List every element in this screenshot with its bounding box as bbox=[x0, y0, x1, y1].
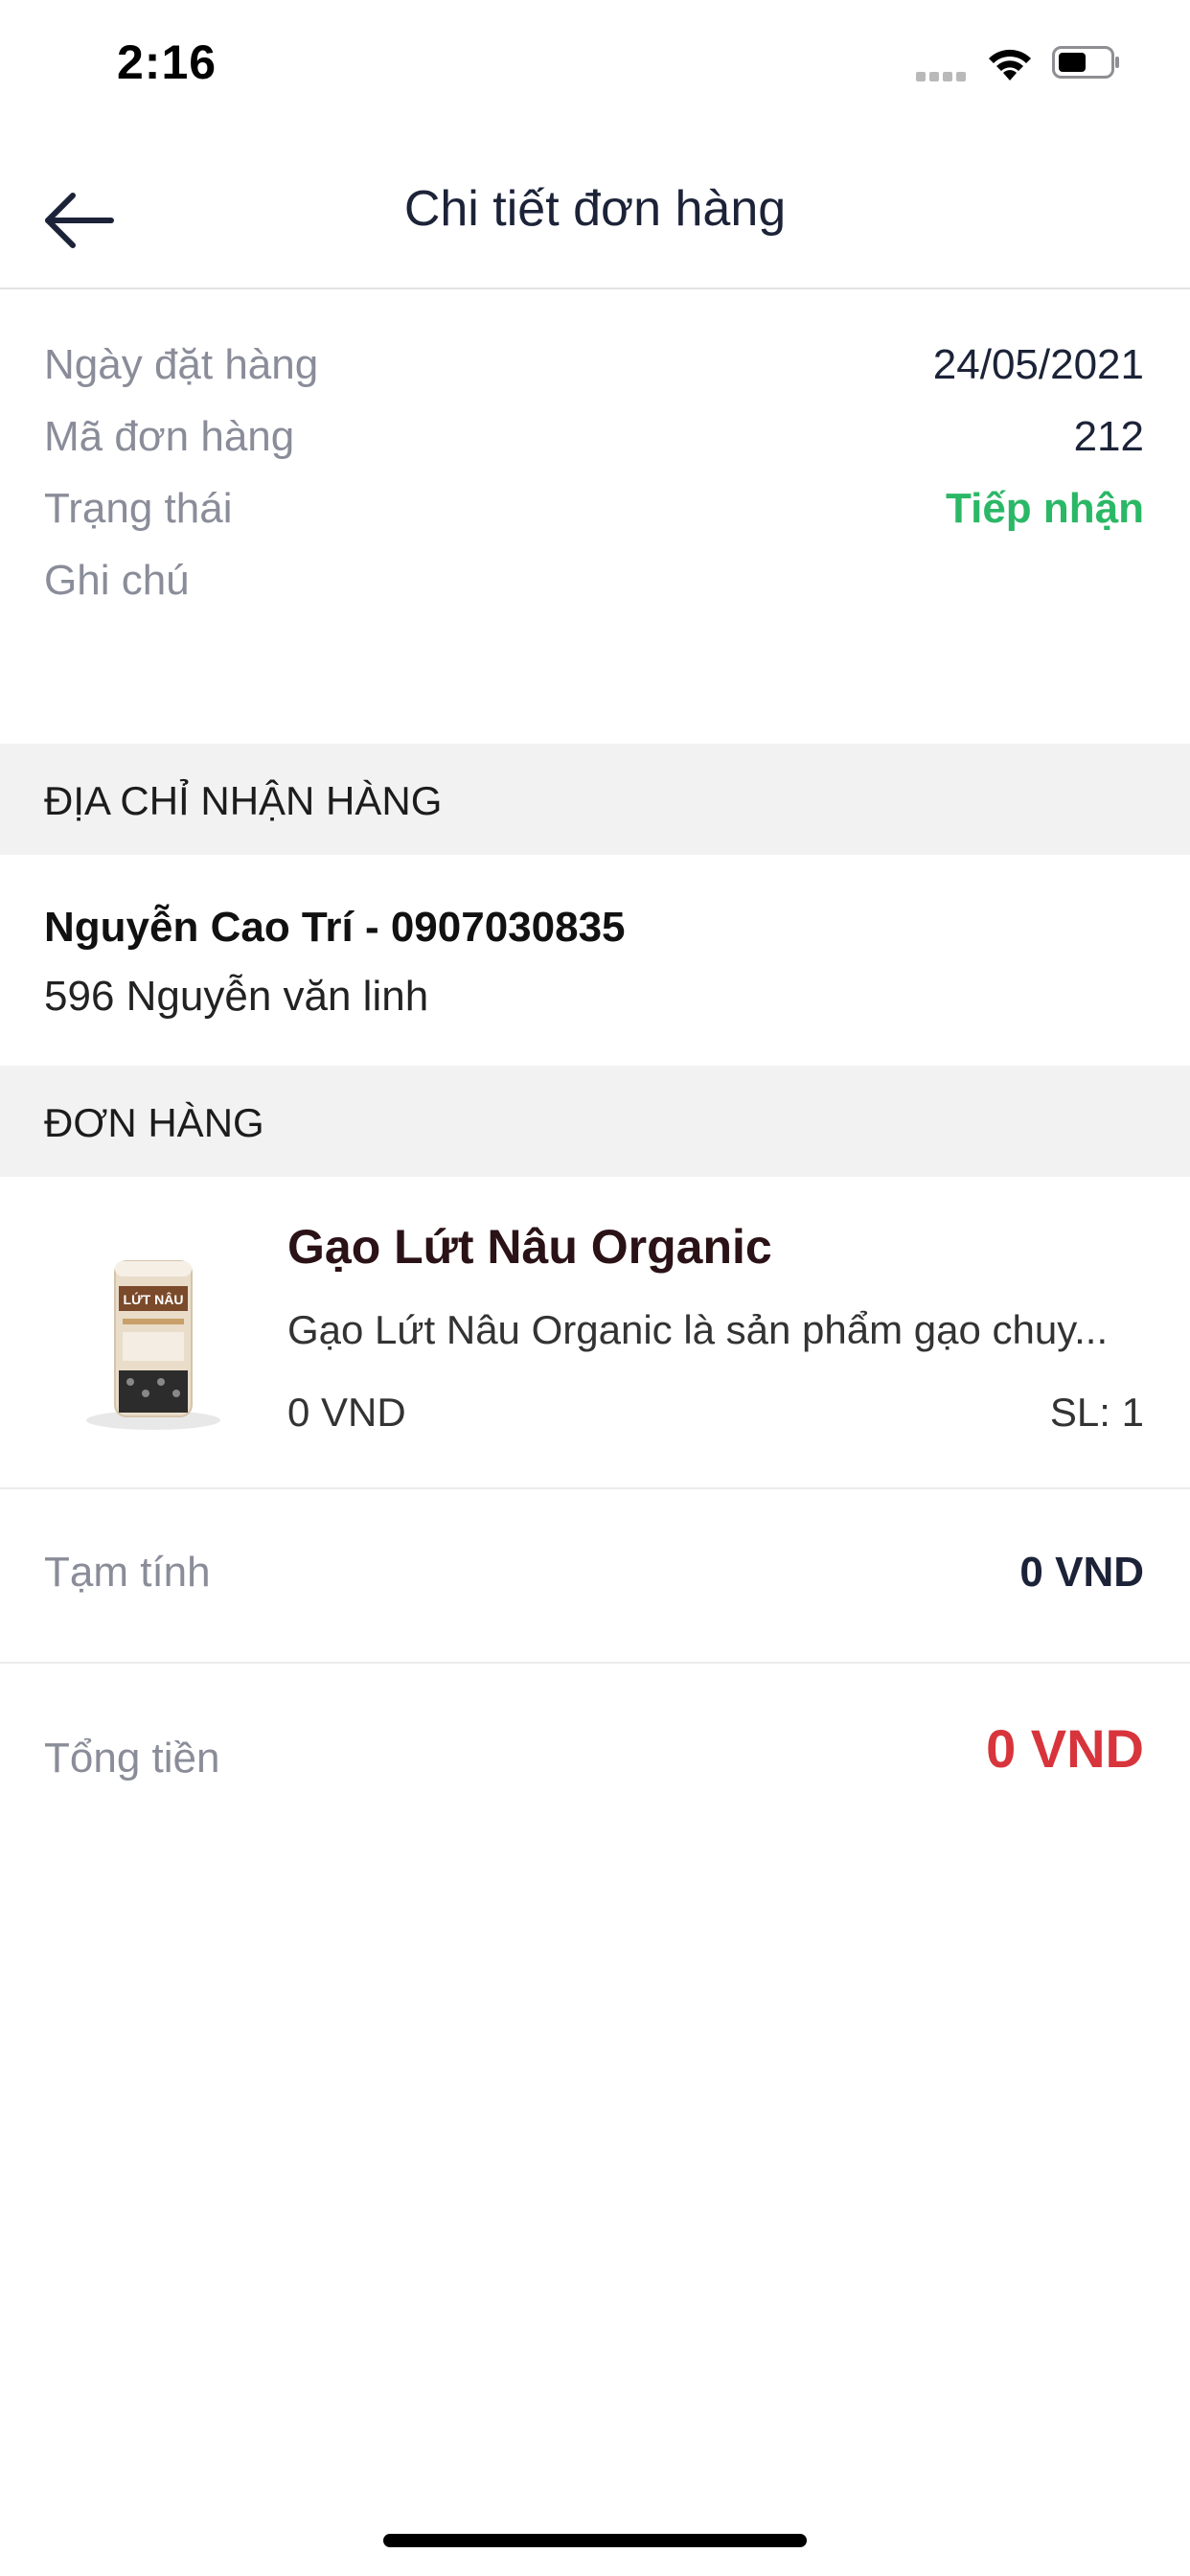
total-row: Tổng tiền 0 VND bbox=[0, 1664, 1190, 1855]
shipping-address: Nguyễn Cao Trí - 0907030835 596 Nguyễn v… bbox=[44, 897, 1146, 1027]
subtotal-label: Tạm tính bbox=[44, 1549, 211, 1596]
address-line: 596 Nguyễn văn linh bbox=[44, 973, 429, 1020]
product-image: LỨT NÂU bbox=[86, 1260, 220, 1430]
nav-header: Chi tiết đơn hàng bbox=[0, 153, 1190, 289]
order-detail-screen: 2:16 Chi tiết đơn hàng Ngày đặt hàng 24/… bbox=[0, 0, 1190, 2576]
order-note-row: Ghi chú bbox=[0, 557, 1190, 629]
order-status-value: Tiếp nhận bbox=[946, 485, 1144, 532]
total-value: 0 VND bbox=[986, 1718, 1144, 1779]
cellular-signal-icon bbox=[916, 69, 972, 81]
product-description: Gạo Lứt Nâu Organic là sản phẩm gạo chuy… bbox=[287, 1307, 1109, 1352]
home-indicator[interactable] bbox=[383, 2534, 807, 2547]
subtotal-row: Tạm tính 0 VND bbox=[0, 1489, 1190, 1664]
order-status-row: Trạng thái Tiếp nhận bbox=[0, 485, 1190, 557]
order-info: Ngày đặt hàng 24/05/2021 Mã đơn hàng 212… bbox=[0, 341, 1190, 629]
subtotal-value: 0 VND bbox=[1019, 1549, 1144, 1596]
order-id-value: 212 bbox=[1073, 413, 1144, 460]
product-name: Gạo Lứt Nâu Organic bbox=[287, 1220, 772, 1274]
order-date-row: Ngày đặt hàng 24/05/2021 bbox=[0, 341, 1190, 413]
product-price: 0 VND bbox=[287, 1390, 406, 1435]
address-section-header: ĐỊA CHỈ NHẬN HÀNG bbox=[0, 744, 1190, 855]
total-label: Tổng tiền bbox=[44, 1735, 220, 1782]
address-section-title: ĐỊA CHỈ NHẬN HÀNG bbox=[44, 778, 443, 823]
svg-text:LỨT NÂU: LỨT NÂU bbox=[124, 1291, 184, 1307]
order-status-label: Trạng thái bbox=[44, 485, 233, 532]
status-time: 2:16 bbox=[117, 35, 217, 89]
recipient-name-phone: Nguyễn Cao Trí - 0907030835 bbox=[44, 904, 626, 951]
battery-icon bbox=[1052, 46, 1119, 79]
order-section-header: ĐƠN HÀNG bbox=[0, 1066, 1190, 1177]
wifi-icon bbox=[989, 49, 1031, 80]
order-date-label: Ngày đặt hàng bbox=[44, 341, 319, 388]
order-date-value: 24/05/2021 bbox=[932, 341, 1144, 388]
status-bar: 2:16 bbox=[0, 0, 1190, 126]
order-id-row: Mã đơn hàng 212 bbox=[0, 413, 1190, 485]
product-item[interactable]: LỨT NÂU Gạo Lứt Nâu Organic Gạo Lứt Nâu … bbox=[0, 1179, 1190, 1489]
page-title: Chi tiết đơn hàng bbox=[403, 181, 787, 237]
product-quantity: SL: 1 bbox=[1049, 1390, 1144, 1435]
order-note-label: Ghi chú bbox=[44, 557, 190, 604]
order-section-title: ĐƠN HÀNG bbox=[44, 1100, 264, 1145]
order-id-label: Mã đơn hàng bbox=[44, 413, 295, 460]
